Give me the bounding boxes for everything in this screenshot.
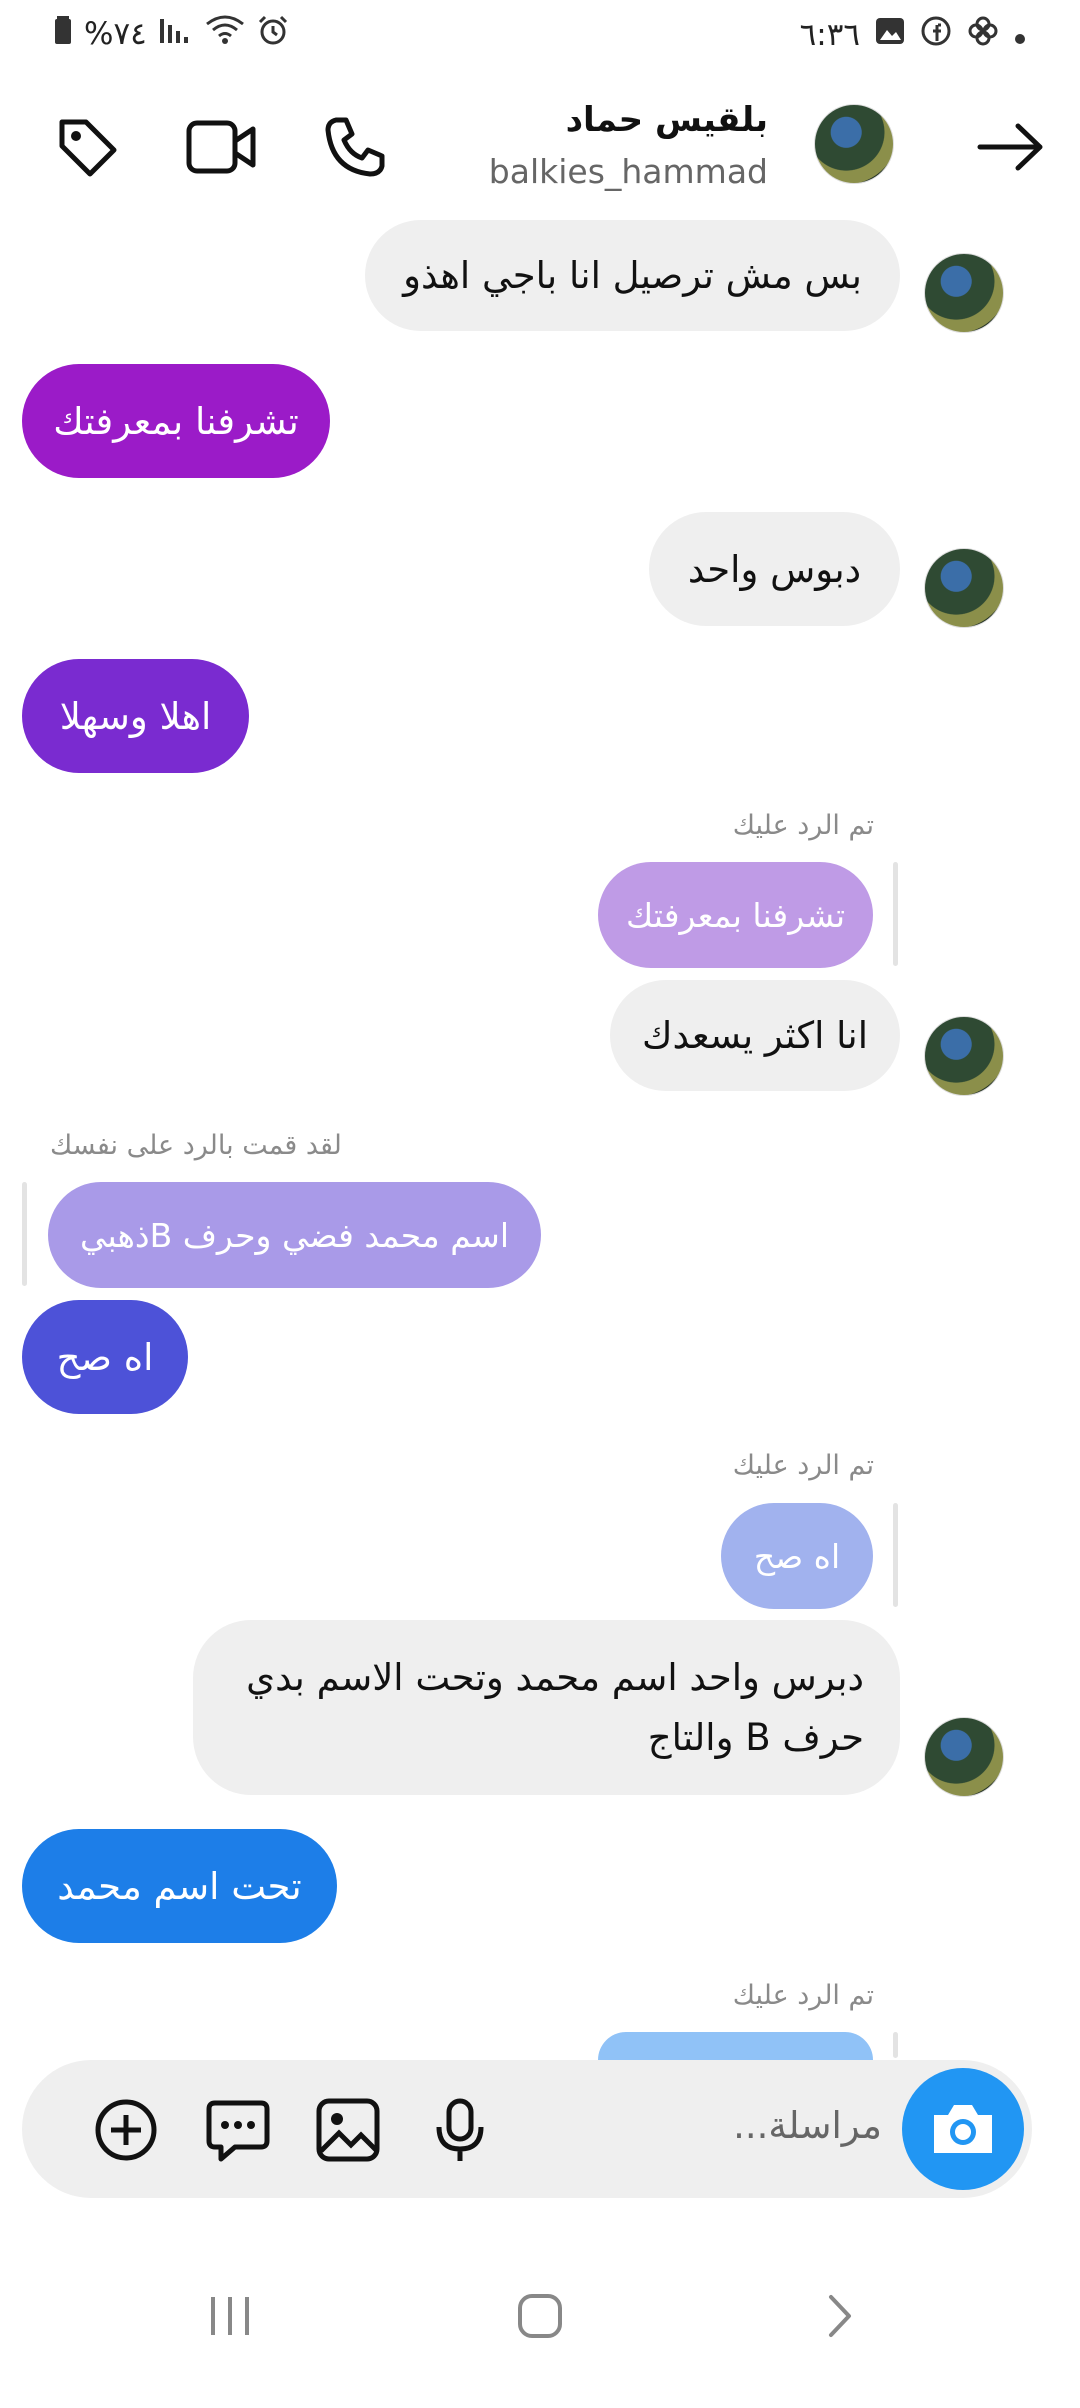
home-icon[interactable]: [500, 2276, 580, 2356]
chat-bubble-icon[interactable]: [202, 2094, 274, 2166]
incoming-message[interactable]: بس مش ترصيل انا باجي اهذو: [365, 220, 900, 331]
quoted-message-partial[interactable]: [598, 2032, 873, 2060]
message-input[interactable]: مراسلة...: [733, 2104, 882, 2147]
wifi-icon: [205, 14, 245, 54]
gallery-icon: [874, 16, 906, 54]
facebook-icon: [920, 15, 952, 55]
quoted-message[interactable]: اه صح: [721, 1503, 873, 1609]
camera-button[interactable]: [902, 2068, 1024, 2190]
message-text-line2: حرف B والتاج: [647, 1715, 864, 1759]
chat-header: بلقيس حماد balkies_hammad: [0, 82, 1080, 210]
contact-username[interactable]: balkies_hammad: [489, 152, 768, 191]
signal-icon: [159, 15, 193, 53]
status-bar: %٧٤ ٦:٣٦: [0, 0, 1080, 72]
reply-bar: [893, 2032, 898, 2058]
message-text: دبوس واحد: [687, 547, 862, 591]
battery-level: %٧٤: [84, 16, 147, 52]
contact-name[interactable]: بلقيس حماد: [566, 100, 768, 140]
reply-bar: [893, 1503, 898, 1607]
camera-icon: [934, 2105, 992, 2153]
outgoing-message[interactable]: اهلا وسهلا: [22, 659, 249, 773]
incoming-message[interactable]: دبوس واحد: [649, 512, 900, 626]
clock: ٦:٣٦: [799, 17, 860, 53]
message-text: تشرفنا بمعرفتك: [53, 399, 299, 443]
quoted-text: اه صح: [753, 1536, 841, 1576]
image-icon[interactable]: [312, 2094, 384, 2166]
quoted-message[interactable]: تشرفنا بمعرفتك: [598, 862, 873, 968]
quoted-text: تشرفنا بمعرفتك: [625, 895, 846, 935]
battery-icon: [54, 15, 72, 53]
reply-label: تم الرد عليك: [732, 1450, 874, 1481]
pinwheel-icon: [966, 14, 1000, 56]
message-text: تحت اسم محمد: [57, 1864, 302, 1908]
sender-avatar[interactable]: [924, 1717, 1004, 1797]
video-icon[interactable]: [182, 108, 260, 186]
incoming-message[interactable]: دبرس واحد اسم محمد وتحت الاسم بدي حرف B …: [193, 1620, 900, 1795]
back-arrow-icon[interactable]: [972, 108, 1050, 186]
dot-icon: [1014, 17, 1026, 53]
back-icon[interactable]: [800, 2276, 880, 2356]
quoted-message[interactable]: اسم محمد فضي وحرف Bذهبي: [48, 1182, 541, 1288]
message-text: بس مش ترصيل انا باجي اهذو: [403, 254, 862, 297]
reply-label: لقد قمت بالرد على نفسك: [50, 1130, 342, 1161]
message-text: اهلا وسهلا: [59, 694, 212, 738]
recent-apps-icon[interactable]: [190, 2276, 270, 2356]
outgoing-message[interactable]: تحت اسم محمد: [22, 1829, 337, 1943]
outgoing-message[interactable]: تشرفنا بمعرفتك: [22, 364, 330, 478]
add-circle-icon[interactable]: [90, 2094, 162, 2166]
reply-bar: [893, 862, 898, 966]
contact-avatar[interactable]: [814, 104, 894, 184]
tag-icon[interactable]: [48, 108, 126, 186]
message-text: اه صح: [56, 1335, 154, 1379]
sender-avatar[interactable]: [924, 548, 1004, 628]
outgoing-message[interactable]: اه صح: [22, 1300, 188, 1414]
quoted-text: اسم محمد فضي وحرف Bذهبي: [80, 1215, 509, 1255]
reply-label: تم الرد عليك: [732, 810, 874, 841]
status-left: %٧٤: [54, 14, 289, 54]
microphone-icon[interactable]: [424, 2094, 496, 2166]
system-nav-bar: [0, 2222, 1080, 2408]
alarm-icon: [257, 14, 289, 54]
message-composer: مراسلة...: [22, 2060, 1032, 2198]
status-right: ٦:٣٦: [800, 14, 1026, 56]
message-text-line1: دبرس واحد اسم محمد وتحت الاسم بدي: [246, 1655, 864, 1699]
sender-avatar[interactable]: [924, 1016, 1004, 1096]
incoming-message[interactable]: انا اكثر يسعدك: [610, 980, 900, 1091]
message-text: انا اكثر يسعدك: [642, 1014, 868, 1057]
sender-avatar[interactable]: [924, 253, 1004, 333]
reply-bar: [22, 1182, 27, 1286]
reply-label: تم الرد عليك: [732, 1980, 874, 2011]
phone-icon[interactable]: [316, 108, 394, 186]
